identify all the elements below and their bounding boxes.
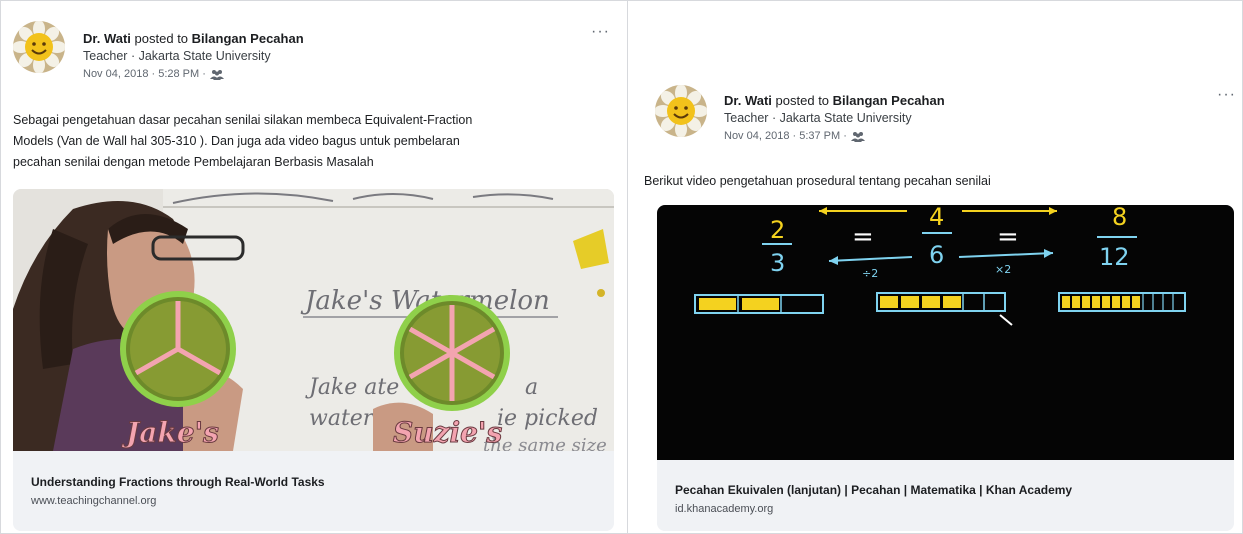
- author-line: Dr. Wati posted to Bilangan Pecahan: [724, 92, 945, 109]
- link-preview-image[interactable]: Jake's Watermelon Jake ate a waterm ie p…: [13, 189, 614, 451]
- divide-label: ÷2: [862, 267, 878, 280]
- post-text-line: Models (Van de Wall hal 305-310 ). Dan j…: [13, 134, 460, 148]
- posted-to-text: posted to: [134, 31, 189, 46]
- image-caption-jakes: Jake's: [121, 416, 219, 449]
- group-name[interactable]: Bilangan Pecahan: [833, 93, 945, 108]
- khan-academy-fractions-thumbnail: 2 3 = 4 6 = 8 12 ÷2 ×2: [657, 205, 1234, 460]
- sunflower-avatar-icon: [655, 85, 707, 137]
- link-preview-image[interactable]: 2 3 = 4 6 = 8 12 ÷2 ×2: [657, 205, 1234, 460]
- post-header: Dr. Wati posted to Bilangan Pecahan Teac…: [724, 92, 945, 145]
- more-options-button[interactable]: ···: [591, 23, 610, 41]
- avatar[interactable]: [655, 85, 707, 137]
- post-left: Dr. Wati posted to Bilangan Pecahan Teac…: [0, 0, 627, 534]
- image-caption-suzies: Suzie's: [393, 416, 503, 449]
- board-line-text: ie picked: [497, 406, 598, 431]
- post-text-line: Berikut video pengetahuan prosedural ten…: [644, 174, 991, 188]
- author-subtitle: Teacher · Jakarta State University: [83, 49, 271, 63]
- post-header: Dr. Wati posted to Bilangan Pecahan Teac…: [83, 30, 304, 83]
- post-text-line: Sebagai pengetahuan dasar pecahan senila…: [13, 113, 473, 127]
- board-line-text: Jake ate: [305, 375, 399, 400]
- post-text: Berikut video pengetahuan prosedural ten…: [644, 171, 1229, 192]
- fraction-denominator: 3: [770, 249, 785, 277]
- group-audience-icon: [850, 131, 865, 142]
- link-domain: www.teachingchannel.org: [31, 495, 157, 507]
- equals-sign: =: [852, 222, 874, 252]
- link-preview-caption[interactable]: Pecahan Ekuivalen (lanjutan) | Pecahan |…: [657, 460, 1234, 531]
- fraction-denominator: 6: [929, 241, 944, 269]
- fraction-numerator: 4: [929, 205, 944, 231]
- multiply-label: ×2: [995, 263, 1011, 276]
- link-title[interactable]: Pecahan Ekuivalen (lanjutan) | Pecahan |…: [675, 482, 1216, 498]
- avatar[interactable]: [13, 21, 65, 73]
- post-right: Dr. Wati posted to Bilangan Pecahan Teac…: [627, 0, 1243, 534]
- more-options-button[interactable]: ···: [1217, 86, 1236, 104]
- post-date-line: Nov 04, 2018 · 5:28 PM ·: [83, 65, 304, 83]
- board-line-text: a: [525, 375, 538, 400]
- author-name[interactable]: Dr. Wati: [724, 93, 772, 108]
- classroom-watermelon-thumbnail: Jake's Watermelon Jake ate a waterm ie p…: [13, 189, 614, 451]
- link-domain: id.khanacademy.org: [675, 503, 774, 515]
- link-preview-card[interactable]: 2 3 = 4 6 = 8 12 ÷2 ×2 Pecahan Ekuivalen…: [657, 205, 1234, 531]
- author-subtitle: Teacher · Jakarta State University: [724, 111, 912, 125]
- post-timestamp[interactable]: Nov 04, 2018 · 5:28 PM ·: [83, 65, 206, 83]
- link-title[interactable]: Understanding Fractions through Real-Wor…: [31, 474, 596, 490]
- sunflower-avatar-icon: [13, 21, 65, 73]
- link-preview-caption[interactable]: Understanding Fractions through Real-Wor…: [13, 451, 614, 531]
- post-timestamp[interactable]: Nov 04, 2018 · 5:37 PM ·: [724, 127, 847, 145]
- post-text: Sebagai pengetahuan dasar pecahan senila…: [13, 110, 618, 173]
- post-date-line: Nov 04, 2018 · 5:37 PM ·: [724, 127, 945, 145]
- fraction-denominator: 12: [1099, 243, 1130, 271]
- author-name[interactable]: Dr. Wati: [83, 31, 131, 46]
- group-name[interactable]: Bilangan Pecahan: [192, 31, 304, 46]
- post-text-line: pecahan senilai dengan metode Pembelajar…: [13, 155, 374, 169]
- equals-sign: =: [997, 222, 1019, 252]
- fraction-numerator: 2: [770, 216, 785, 244]
- author-line: Dr. Wati posted to Bilangan Pecahan: [83, 30, 304, 47]
- fraction-numerator: 8: [1112, 205, 1127, 231]
- posted-to-text: posted to: [775, 93, 830, 108]
- group-audience-icon: [209, 69, 224, 80]
- link-preview-card[interactable]: Jake's Watermelon Jake ate a waterm ie p…: [13, 189, 614, 531]
